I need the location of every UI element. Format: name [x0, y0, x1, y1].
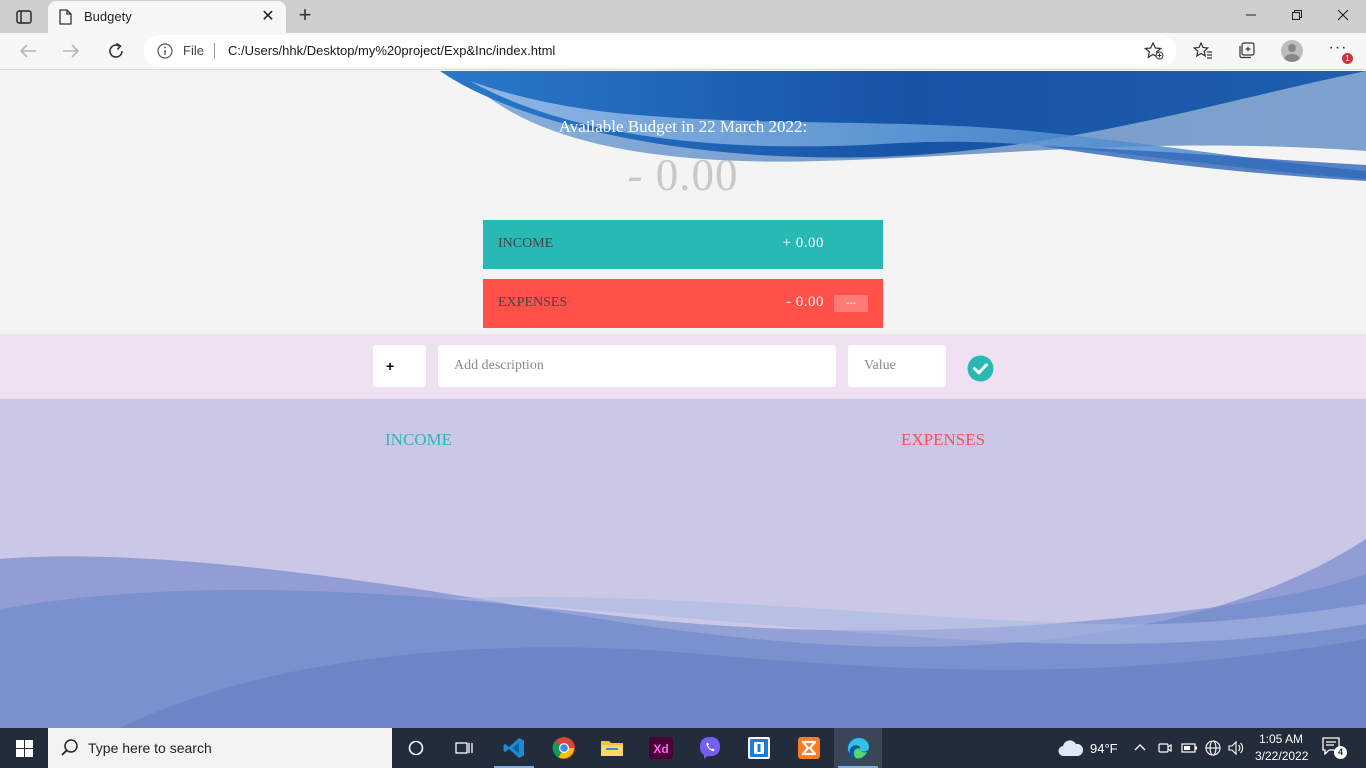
- clock-date[interactable]: 3/22/2022: [1255, 749, 1308, 763]
- favorites-icon: [1193, 42, 1212, 59]
- meet-now-icon[interactable]: [1158, 740, 1172, 756]
- edge-icon: [847, 737, 869, 759]
- viber-icon: [700, 737, 720, 759]
- tab-close-icon[interactable]: ✕: [258, 7, 278, 27]
- browser-tab-bar: Budgety ✕ +: [0, 0, 1366, 33]
- tab-actions-button[interactable]: [8, 4, 40, 30]
- adobe-xd-icon: Xd: [649, 737, 673, 759]
- add-checkmark-button[interactable]: [967, 355, 994, 382]
- chrome-app[interactable]: [540, 728, 588, 768]
- expenses-list-title: EXPENSES: [901, 430, 986, 449]
- income-summary-value: + 0.00: [782, 235, 824, 251]
- weather-temperature[interactable]: 94°F: [1090, 741, 1118, 768]
- cortana-button[interactable]: [392, 728, 440, 768]
- taskbar-search-box[interactable]: Type here to search: [48, 728, 392, 768]
- url-input[interactable]: File C:/Users/hhk/Desktop/my%20project/E…: [144, 35, 1176, 67]
- windows-logo-icon: [15, 739, 33, 757]
- task-view-icon: [455, 742, 473, 754]
- xampp-app[interactable]: [785, 728, 833, 768]
- windows-taskbar: Type here to search Xd 94°F 1:05 AM 3/22…: [0, 728, 1366, 768]
- edge-app[interactable]: [834, 728, 882, 768]
- income-summary-label: INCOME: [498, 236, 554, 251]
- browser-address-bar: File C:/Users/hhk/Desktop/my%20project/E…: [0, 33, 1366, 70]
- network-globe-icon[interactable]: [1205, 740, 1221, 756]
- sourcetree-icon: [748, 737, 770, 759]
- collections-icon: [1239, 42, 1255, 59]
- profile-button[interactable]: [1278, 38, 1306, 64]
- add-item-bar: +: [0, 334, 1366, 399]
- volume-icon[interactable]: [1228, 740, 1244, 756]
- collections-button[interactable]: [1232, 38, 1260, 64]
- description-input[interactable]: [438, 345, 836, 387]
- cortana-icon: [408, 740, 424, 756]
- favorites-button[interactable]: [1189, 38, 1217, 64]
- restore-button[interactable]: [1274, 0, 1320, 32]
- settings-menu-button[interactable]: ··· 1: [1324, 38, 1353, 64]
- new-tab-button[interactable]: +: [292, 3, 318, 29]
- sourcetree-app[interactable]: [735, 728, 783, 768]
- chrome-icon: [552, 737, 575, 759]
- url-text: C:/Users/hhk/Desktop/my%20project/Exp&In…: [228, 43, 556, 58]
- clock-time[interactable]: 1:05 AM: [1259, 732, 1303, 746]
- back-button[interactable]: [13, 37, 43, 65]
- svg-text:Xd: Xd: [653, 742, 668, 756]
- close-window-button[interactable]: [1320, 0, 1366, 32]
- expenses-summary-value: - 0.00: [786, 294, 824, 310]
- vscode-icon: [503, 738, 524, 758]
- refresh-icon: [109, 42, 123, 58]
- income-list-title: INCOME: [385, 430, 453, 449]
- type-select[interactable]: +: [373, 345, 426, 387]
- notification-count-badge: 4: [1334, 746, 1347, 759]
- show-hidden-icons-chevron-icon[interactable]: [1134, 743, 1146, 751]
- tab-title: Budgety: [84, 9, 132, 24]
- expenses-summary-label: EXPENSES: [498, 295, 568, 310]
- income-summary: INCOME + 0.00: [483, 220, 883, 269]
- forward-arrow-icon: [63, 44, 80, 58]
- expenses-summary: EXPENSES - 0.00 ---: [483, 279, 883, 328]
- minimize-button[interactable]: [1228, 0, 1274, 32]
- adobe-xd-app[interactable]: Xd: [637, 728, 685, 768]
- search-icon: [61, 739, 78, 756]
- lists-section: [0, 399, 1366, 728]
- xampp-icon: [798, 737, 820, 759]
- restore-icon: [1292, 10, 1302, 20]
- viber-app[interactable]: [686, 728, 734, 768]
- bottom-wave-decoration: [0, 539, 1366, 728]
- page-favicon-icon: [59, 9, 72, 25]
- avatar: [1281, 40, 1303, 62]
- add-favorite-icon[interactable]: [1144, 42, 1164, 60]
- budgety-page: Available Budget in 22 March 2022: - 0.0…: [0, 71, 1366, 728]
- value-input[interactable]: [848, 345, 946, 387]
- notification-badge: 1: [1342, 53, 1353, 64]
- start-button[interactable]: [0, 728, 48, 768]
- minimize-icon: [1246, 14, 1256, 16]
- budget-value: - 0.00: [627, 150, 739, 200]
- vscode-app[interactable]: [490, 728, 538, 768]
- info-icon[interactable]: [157, 43, 173, 59]
- budget-title: Available Budget in 22 March 2022:: [558, 117, 808, 136]
- battery-icon[interactable]: [1181, 741, 1198, 755]
- browser-tab[interactable]: Budgety ✕: [48, 1, 286, 33]
- url-scheme-label: File: [183, 43, 204, 58]
- search-placeholder: Type here to search: [88, 740, 212, 756]
- forward-button[interactable]: [56, 37, 86, 65]
- weather-cloud-icon[interactable]: [1058, 739, 1084, 757]
- url-separator: [214, 43, 215, 59]
- refresh-button[interactable]: [101, 37, 131, 65]
- folder-icon: [601, 741, 623, 756]
- action-center-button[interactable]: 4: [1322, 737, 1347, 759]
- tab-actions-icon: [16, 10, 32, 24]
- close-icon: [1337, 9, 1349, 21]
- file-explorer-app[interactable]: [588, 728, 636, 768]
- back-arrow-icon: [19, 44, 36, 58]
- expenses-percentage-badge: ---: [834, 295, 868, 312]
- task-view-button[interactable]: [440, 728, 488, 768]
